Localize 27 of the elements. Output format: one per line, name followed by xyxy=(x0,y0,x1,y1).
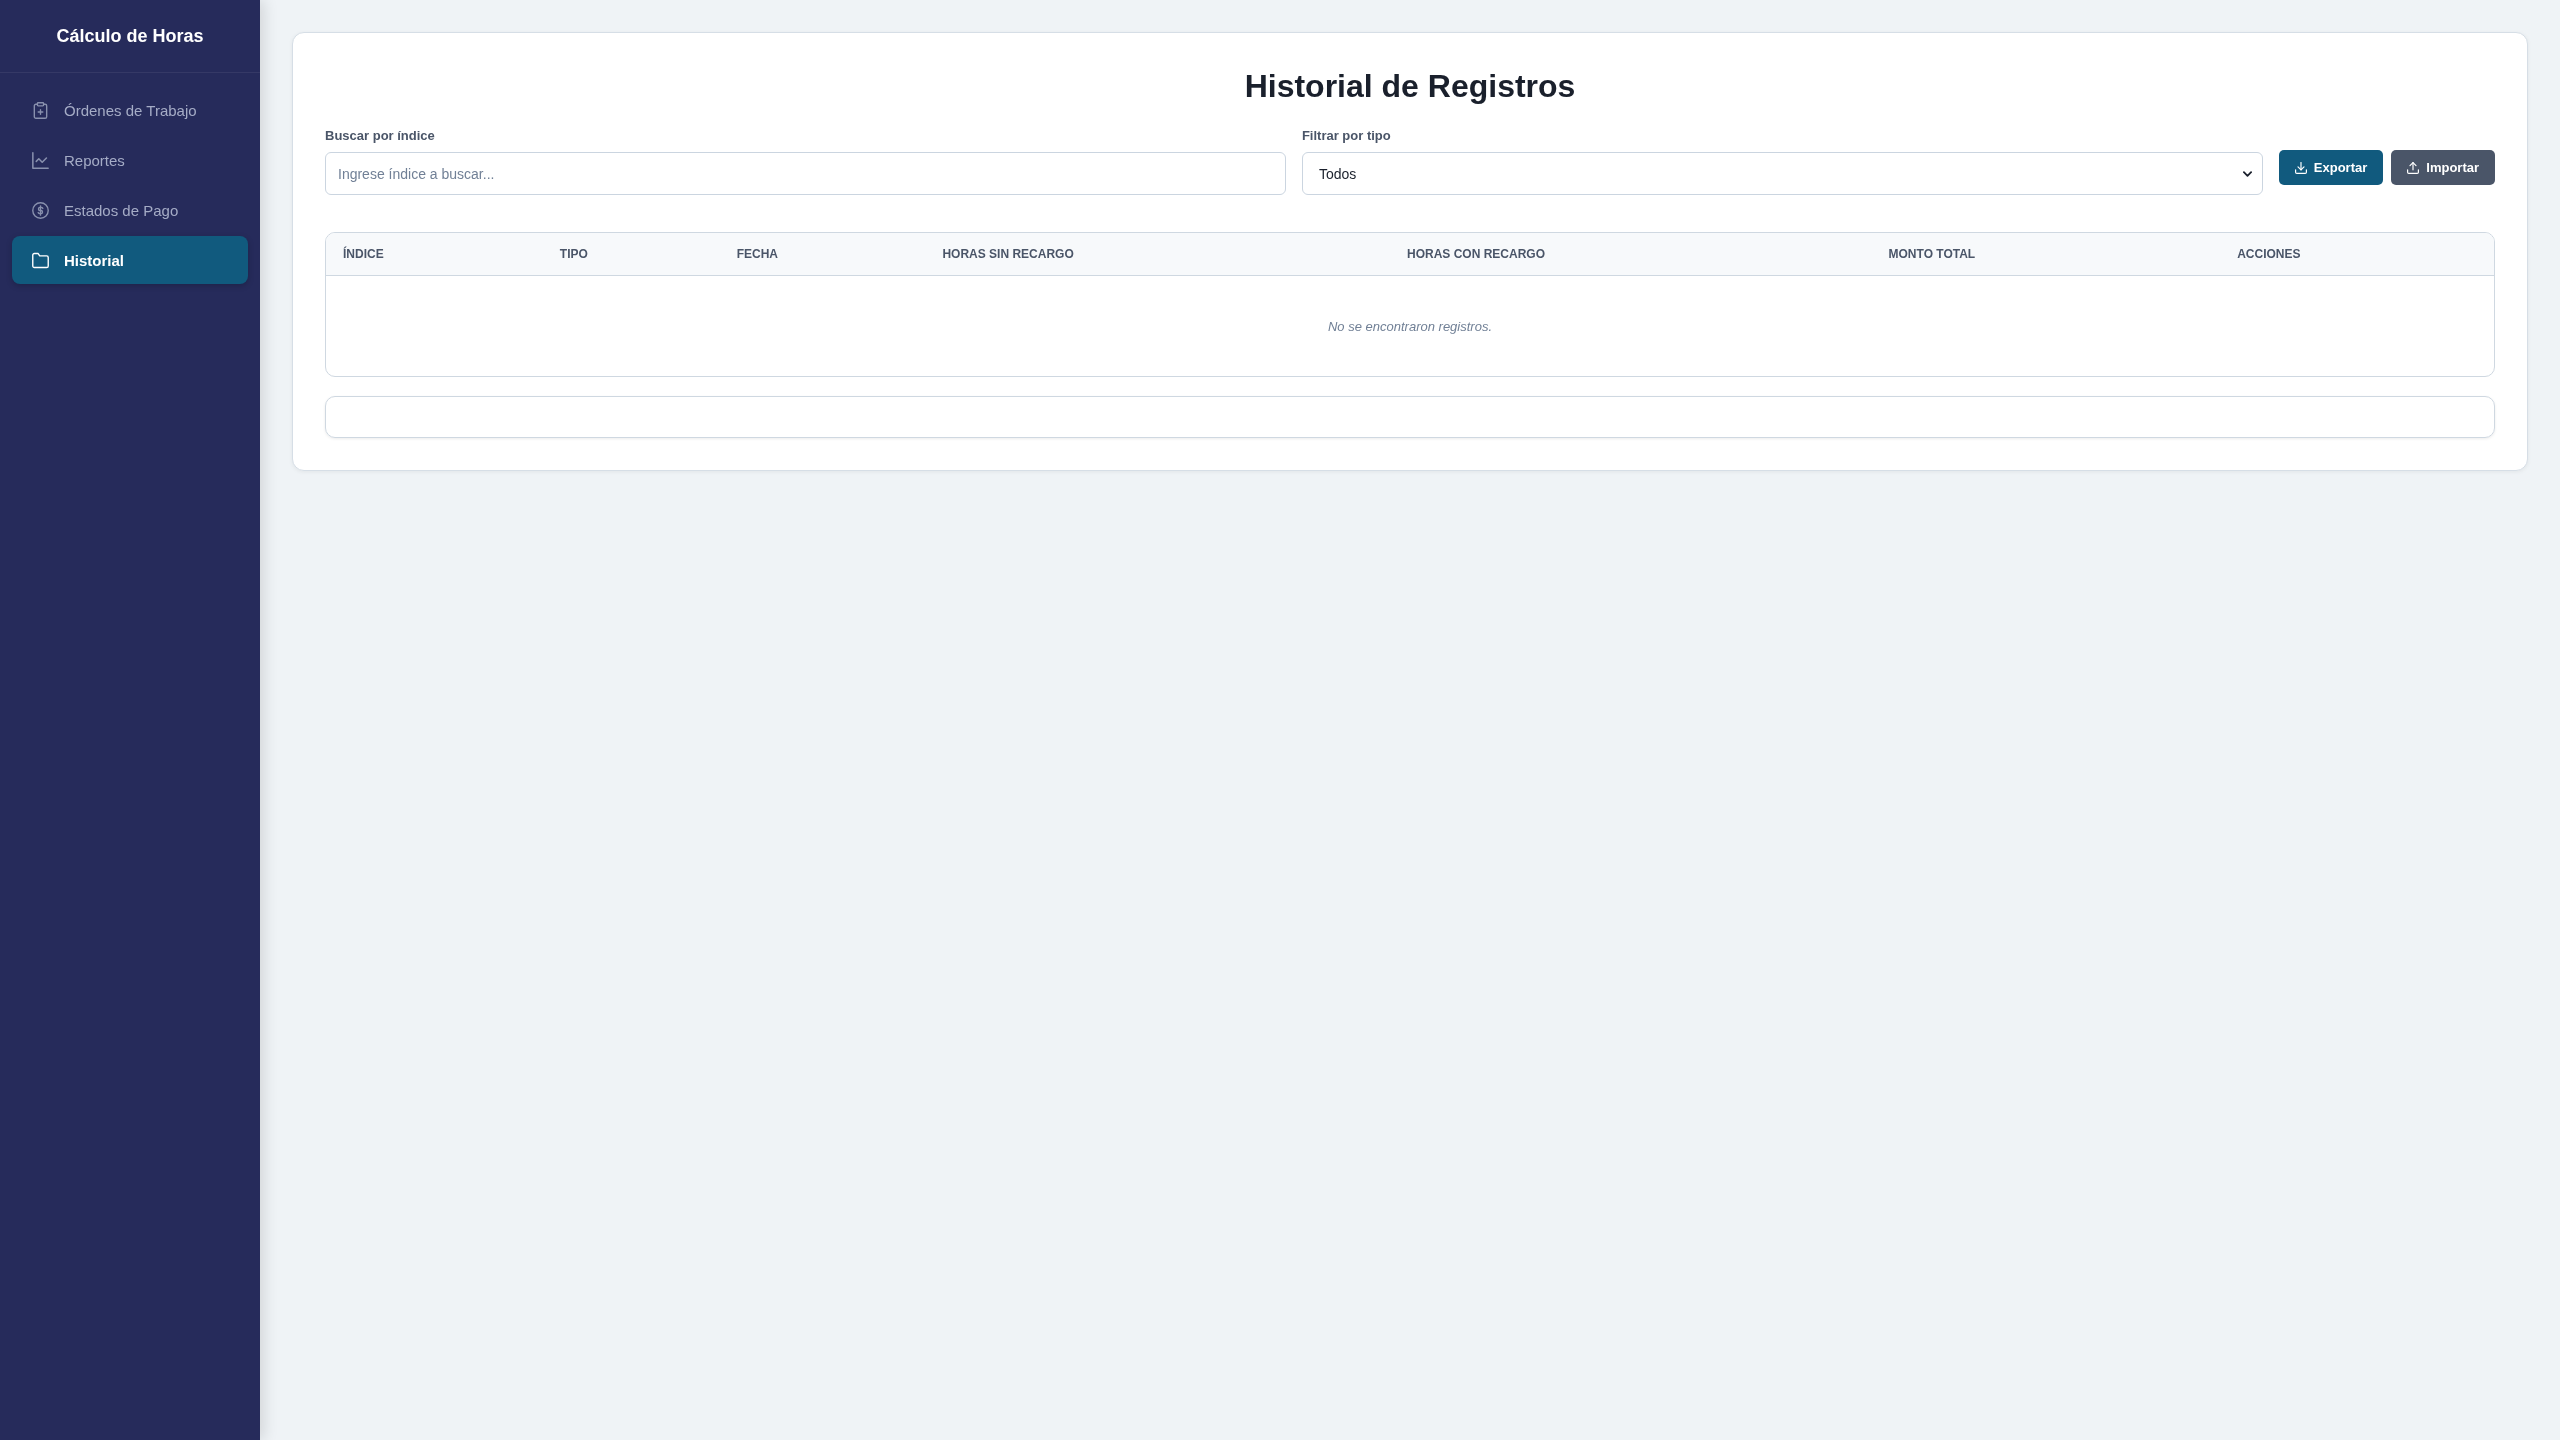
empty-message: No se encontraron registros. xyxy=(1328,319,1492,334)
column-header: HORAS SIN RECARGO xyxy=(925,233,1391,276)
column-header: MONTO TOTAL xyxy=(1871,233,2221,276)
import-button[interactable]: Importar xyxy=(2391,150,2495,185)
nav-item[interactable]: Historial xyxy=(12,236,248,284)
nav-item[interactable]: Reportes xyxy=(12,136,248,184)
column-header: HORAS CON RECARGO xyxy=(1390,233,1872,276)
filter-select[interactable]: Todos xyxy=(1301,152,2263,195)
export-button[interactable]: Exportar xyxy=(2278,150,2384,185)
field-label: Buscar por índice xyxy=(325,127,435,145)
column-header: ACCIONES xyxy=(2220,233,2494,276)
download-icon xyxy=(2294,161,2307,174)
field-label: Filtrar por tipo xyxy=(1301,127,1391,145)
app-title: Cálculo de Horas xyxy=(56,25,204,47)
chevron-down-icon xyxy=(2242,170,2252,177)
column-header: ÍNDICE xyxy=(326,233,543,276)
folder-icon xyxy=(32,251,49,269)
dollar-circle-icon xyxy=(32,201,49,219)
page-title: Historial de Registros xyxy=(1244,67,1576,106)
nav-item[interactable]: Órdenes de Trabajo xyxy=(12,86,248,134)
search-field[interactable]: Ingrese índice a buscar... xyxy=(325,152,1286,195)
upload-icon xyxy=(2407,161,2420,174)
clipboard-plus-icon xyxy=(32,101,49,119)
column-header: TIPO xyxy=(542,233,720,276)
line-chart-icon xyxy=(32,151,49,169)
nav-item[interactable]: Estados de Pago xyxy=(12,186,248,234)
column-header: FECHA xyxy=(719,233,926,276)
